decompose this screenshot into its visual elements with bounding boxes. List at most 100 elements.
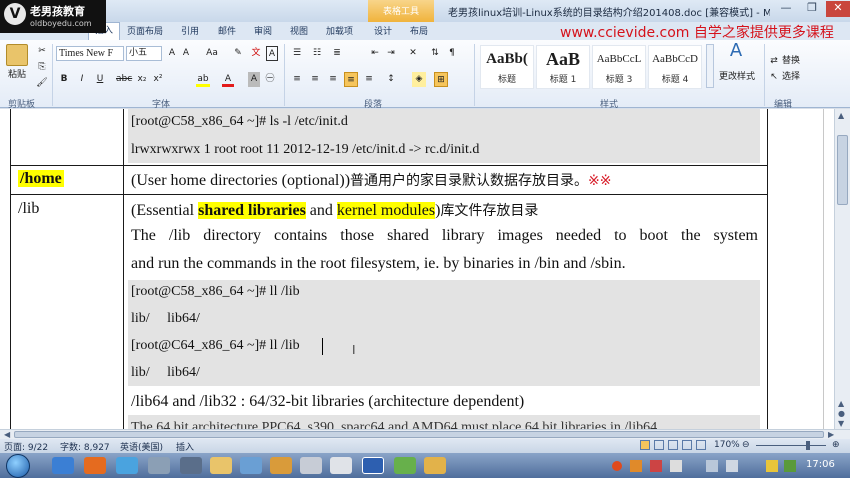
- align-center-icon[interactable]: ≡: [308, 72, 322, 87]
- justify-icon[interactable]: ≡: [344, 72, 358, 87]
- firefox-icon[interactable]: [84, 457, 106, 474]
- maximize-button[interactable]: ❐: [800, 1, 824, 17]
- bold-icon[interactable]: B: [58, 72, 70, 87]
- web-layout-icon[interactable]: [668, 440, 678, 450]
- shrink-font-icon[interactable]: A: [180, 46, 192, 61]
- decrease-indent-icon[interactable]: ⇤: [368, 46, 382, 61]
- app-icon[interactable]: [240, 457, 262, 474]
- vertical-scrollbar[interactable]: ▲ ▲ ● ▼: [834, 109, 850, 429]
- highlight-icon[interactable]: ab: [196, 72, 210, 87]
- app-icon[interactable]: [394, 457, 416, 474]
- char-border-icon[interactable]: A: [266, 46, 278, 61]
- font-color-icon[interactable]: A: [222, 72, 234, 87]
- start-button[interactable]: [6, 454, 30, 478]
- change-case-icon[interactable]: Aa: [204, 46, 220, 61]
- bullets-icon[interactable]: ☰: [290, 46, 304, 61]
- tray-icon[interactable]: [650, 460, 662, 472]
- increase-indent-icon[interactable]: ⇥: [384, 46, 398, 61]
- paste-icon[interactable]: [6, 44, 28, 66]
- enclose-char-icon[interactable]: ㊀: [264, 72, 276, 87]
- chrome-icon[interactable]: [116, 457, 138, 474]
- close-button[interactable]: ✕: [826, 1, 850, 17]
- tab-addins[interactable]: 加载项: [326, 24, 353, 37]
- distributed-icon[interactable]: ≡: [362, 72, 376, 87]
- italic-icon[interactable]: I: [76, 72, 88, 87]
- clock[interactable]: 17:06: [806, 459, 835, 470]
- multilevel-list-icon[interactable]: ≣: [330, 46, 344, 61]
- page-indicator[interactable]: 页面: 9/22: [4, 440, 48, 453]
- app-icon[interactable]: [180, 457, 202, 474]
- ie-icon[interactable]: [52, 457, 74, 474]
- tab-page-layout[interactable]: 页面布局: [127, 24, 163, 37]
- style-heading-3[interactable]: AaBbCcL 标题 3: [592, 45, 646, 89]
- outline-icon[interactable]: [682, 440, 692, 450]
- tab-review[interactable]: 审阅: [254, 24, 272, 37]
- sort-icon[interactable]: ⇅: [428, 46, 442, 61]
- app-icon[interactable]: [424, 457, 446, 474]
- select-button[interactable]: 选择: [782, 70, 822, 85]
- tab-references[interactable]: 引用: [181, 24, 199, 37]
- zoom-level[interactable]: 170%: [714, 440, 740, 450]
- zoom-out-icon[interactable]: ⊖: [742, 440, 750, 450]
- change-styles-icon[interactable]: A: [716, 42, 756, 70]
- tray-record-icon[interactable]: [612, 461, 622, 471]
- word-icon[interactable]: [362, 457, 384, 474]
- show-marks-icon[interactable]: ¶: [446, 46, 458, 61]
- table-tools-contextual-tab[interactable]: 表格工具: [368, 0, 434, 22]
- font-name-combo[interactable]: Times New F: [56, 46, 124, 61]
- zoom-slider[interactable]: [756, 445, 826, 446]
- browse-object-icon[interactable]: ●: [838, 409, 845, 418]
- volume-icon[interactable]: [726, 460, 738, 472]
- select-icon[interactable]: ↖: [768, 70, 780, 85]
- language-indicator[interactable]: 英语(美国): [120, 440, 163, 453]
- replace-icon[interactable]: ⇄: [768, 54, 780, 69]
- phonetic-icon[interactable]: 文: [250, 46, 262, 61]
- styles-scroll[interactable]: [706, 44, 714, 88]
- app-icon[interactable]: [330, 457, 352, 474]
- app-icon[interactable]: [148, 457, 170, 474]
- subscript-icon[interactable]: x₂: [136, 72, 148, 87]
- tab-layout[interactable]: 布局: [410, 24, 428, 37]
- network-icon[interactable]: [706, 460, 718, 472]
- tray-icon[interactable]: [766, 460, 778, 472]
- scroll-left-icon[interactable]: ◀: [4, 430, 10, 439]
- superscript-icon[interactable]: x²: [152, 72, 164, 87]
- copy-icon[interactable]: ⎘: [36, 60, 48, 75]
- align-right-icon[interactable]: ≡: [326, 72, 340, 87]
- tab-design[interactable]: 设计: [374, 24, 392, 37]
- shading-icon[interactable]: ◈: [412, 72, 426, 87]
- scroll-right-icon[interactable]: ▶: [828, 430, 834, 439]
- change-styles-button[interactable]: 更改样式: [714, 70, 760, 85]
- zoom-in-icon[interactable]: ⊕: [832, 440, 840, 450]
- font-size-combo[interactable]: 小五: [126, 46, 162, 61]
- char-shading-icon[interactable]: A: [248, 72, 260, 87]
- app-icon[interactable]: [270, 457, 292, 474]
- full-screen-icon[interactable]: [654, 440, 664, 450]
- strikethrough-icon[interactable]: abc: [116, 72, 132, 87]
- clear-format-icon[interactable]: ✎: [232, 46, 244, 61]
- minimize-button[interactable]: —: [774, 1, 798, 17]
- replace-button[interactable]: 替换: [782, 54, 814, 69]
- tray-icon[interactable]: [670, 460, 682, 472]
- insert-mode[interactable]: 插入: [176, 440, 194, 453]
- cut-icon[interactable]: ✂: [36, 44, 48, 59]
- chinese-layout-icon[interactable]: ✕: [406, 46, 420, 61]
- scroll-up-icon[interactable]: ▲: [838, 111, 844, 120]
- zoom-slider-thumb[interactable]: [806, 441, 810, 450]
- style-title[interactable]: AaBb( 标题: [480, 45, 534, 89]
- line-spacing-icon[interactable]: ↕: [384, 72, 398, 87]
- paste-button[interactable]: 粘贴: [4, 68, 30, 83]
- tab-mailings[interactable]: 邮件: [218, 24, 236, 37]
- draft-icon[interactable]: [696, 440, 706, 450]
- app-icon[interactable]: [300, 457, 322, 474]
- borders-icon[interactable]: ⊞: [434, 72, 448, 87]
- numbering-icon[interactable]: ☷: [310, 46, 324, 61]
- word-count[interactable]: 字数: 8,927: [60, 440, 110, 453]
- align-left-icon[interactable]: ≡: [290, 72, 304, 87]
- format-painter-icon[interactable]: 🖌: [36, 76, 48, 91]
- tab-view[interactable]: 视图: [290, 24, 308, 37]
- prev-page-icon[interactable]: ▲: [838, 399, 844, 408]
- next-page-icon[interactable]: ▼: [838, 419, 844, 428]
- folder-icon[interactable]: [210, 457, 232, 474]
- tray-icon[interactable]: [784, 460, 796, 472]
